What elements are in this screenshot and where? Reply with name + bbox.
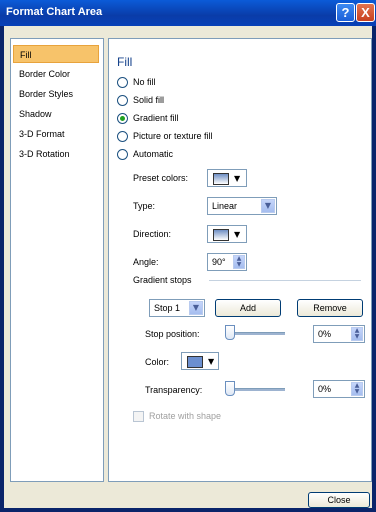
stop-color-button[interactable]: ▼: [181, 352, 219, 370]
type-select[interactable]: Linear ▼: [207, 197, 277, 215]
picture-fill-radio[interactable]: [117, 131, 128, 142]
transparency-slider-thumb[interactable]: [225, 381, 235, 396]
dropdown-arrow-icon: ▼: [234, 174, 241, 183]
angle-spinner[interactable]: 90° ▲ ▼: [207, 253, 247, 271]
dialog-window: Format Chart Area ? X Fill Border Color …: [0, 0, 376, 512]
spin-icon[interactable]: ▲ ▼: [233, 255, 245, 269]
rotate-with-shape-checkbox[interactable]: [133, 411, 144, 422]
panel-heading: Fill: [117, 55, 133, 69]
no-fill-radio[interactable]: [117, 77, 128, 88]
transparency-value: 0%: [318, 384, 332, 394]
stop-position-slider-thumb[interactable]: [225, 325, 235, 340]
transparency-track[interactable]: [229, 388, 285, 391]
angle-label: Angle:: [133, 257, 159, 267]
stop-position-value: 0%: [318, 329, 332, 339]
preset-swatch: [213, 173, 229, 185]
spin-icon[interactable]: ▲ ▼: [351, 327, 363, 341]
transparency-label: Transparency:: [145, 385, 203, 395]
preset-colors-label: Preset colors:: [133, 173, 189, 183]
window-title: Format Chart Area: [6, 6, 103, 18]
gradient-fill-radio[interactable]: [117, 113, 128, 124]
section-divider: [209, 280, 361, 281]
direction-label: Direction:: [133, 229, 172, 239]
title-bar[interactable]: Format Chart Area ? X: [0, 0, 376, 26]
dropdown-arrow-icon: ▼: [208, 357, 215, 366]
sidebar-item-3d-format[interactable]: 3-D Format: [13, 125, 99, 143]
dropdown-arrow-icon: ▼: [189, 301, 203, 315]
stop-select-value: Stop 1: [154, 303, 181, 313]
dialog-body: Fill Border Color Border Styles Shadow 3…: [4, 26, 372, 508]
solid-fill-label: Solid fill: [133, 95, 165, 105]
type-label: Type:: [133, 201, 156, 211]
automatic-fill-label: Automatic: [133, 149, 174, 159]
sidebar-item-border-color[interactable]: Border Color: [13, 65, 99, 83]
stop-position-track[interactable]: [229, 332, 285, 335]
close-button[interactable]: Close: [308, 492, 370, 508]
color-label: Color:: [145, 357, 170, 367]
dropdown-arrow-icon: ▼: [234, 230, 241, 239]
fill-panel: Fill No fill Solid fill Gradient fill Pi…: [108, 38, 372, 482]
spin-icon[interactable]: ▲ ▼: [351, 382, 363, 396]
gradient-stops-label: Gradient stops: [133, 275, 192, 285]
preset-colors-button[interactable]: ▼: [207, 169, 247, 187]
transparency-spinner[interactable]: 0% ▲ ▼: [313, 380, 365, 398]
gradient-fill-label: Gradient fill: [133, 113, 179, 123]
automatic-fill-radio[interactable]: [117, 149, 128, 160]
remove-stop-button[interactable]: Remove: [297, 299, 363, 317]
sidebar-item-shadow[interactable]: Shadow: [13, 105, 99, 123]
stop-position-spinner[interactable]: 0% ▲ ▼: [313, 325, 365, 343]
direction-button[interactable]: ▼: [207, 225, 247, 243]
solid-fill-radio[interactable]: [117, 95, 128, 106]
stop-select[interactable]: Stop 1 ▼: [149, 299, 205, 317]
close-icon[interactable]: X: [356, 3, 375, 22]
picture-fill-label: Picture or texture fill: [133, 131, 213, 141]
no-fill-label: No fill: [133, 77, 156, 87]
direction-swatch: [213, 229, 229, 241]
angle-value: 90°: [212, 257, 226, 267]
paint-bucket-icon: [187, 356, 203, 368]
stop-position-label: Stop position:: [145, 329, 200, 339]
help-icon[interactable]: ?: [336, 3, 355, 22]
sidebar-item-border-styles[interactable]: Border Styles: [13, 85, 99, 103]
dropdown-arrow-icon: ▼: [261, 199, 275, 213]
sidebar-item-fill[interactable]: Fill: [13, 45, 99, 63]
sidebar-item-3d-rotation[interactable]: 3-D Rotation: [13, 145, 99, 163]
type-value: Linear: [212, 201, 238, 211]
add-stop-button[interactable]: Add: [215, 299, 281, 317]
category-list: Fill Border Color Border Styles Shadow 3…: [10, 38, 104, 482]
rotate-with-shape-label: Rotate with shape: [149, 411, 222, 421]
